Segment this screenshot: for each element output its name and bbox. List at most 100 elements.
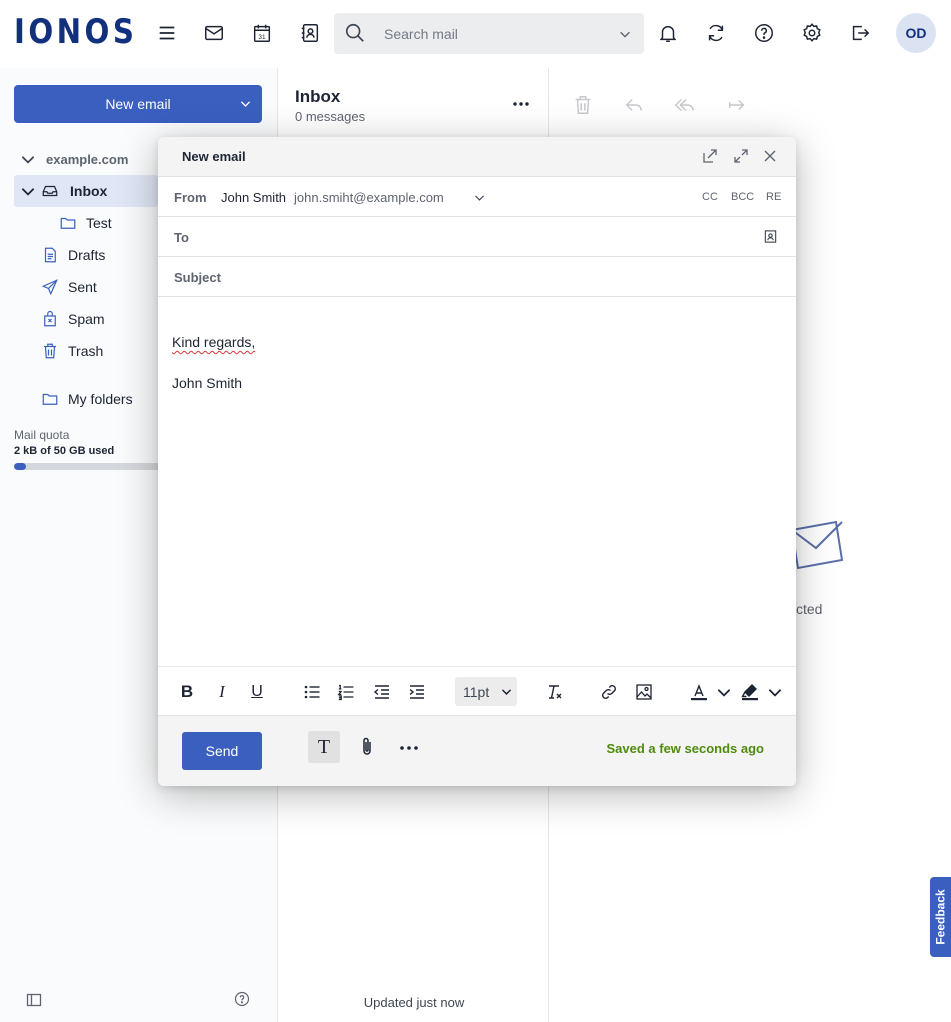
clear-formatting-icon[interactable] xyxy=(543,681,565,703)
chevron-down-icon[interactable] xyxy=(713,681,735,703)
drafts-icon xyxy=(40,245,60,265)
avatar[interactable]: OD xyxy=(896,13,936,53)
contacts-icon[interactable] xyxy=(297,20,323,46)
mail-icon[interactable] xyxy=(201,20,227,46)
formatting-toolbar: B I U 11pt xyxy=(158,666,796,716)
message-body[interactable]: Kind regards, John Smith xyxy=(172,332,255,393)
sidebar-item-label: Test xyxy=(86,215,112,231)
subject-label: Subject xyxy=(174,270,221,285)
calendar-icon[interactable]: 31 xyxy=(249,20,275,46)
search-icon xyxy=(345,23,364,42)
inbox-icon xyxy=(40,181,60,201)
attachment-icon[interactable] xyxy=(357,736,377,758)
quota-fill xyxy=(14,463,27,470)
new-email-button[interactable]: New email xyxy=(14,85,262,123)
close-icon[interactable] xyxy=(761,147,779,165)
menu-icon[interactable] xyxy=(154,20,180,46)
delete-icon[interactable] xyxy=(572,94,594,116)
underline-icon[interactable]: U xyxy=(246,681,268,703)
address-book-icon[interactable] xyxy=(763,229,778,244)
chevron-down-icon[interactable] xyxy=(18,181,38,201)
re-button[interactable]: RE xyxy=(766,191,781,203)
outdent-icon[interactable] xyxy=(371,681,393,703)
more-options-icon[interactable] xyxy=(511,94,531,114)
indent-icon[interactable] xyxy=(406,681,428,703)
sent-icon xyxy=(40,277,60,297)
collapse-sidebar-icon[interactable] xyxy=(26,992,42,1008)
from-field[interactable]: From John Smith john.smiht@example.com C… xyxy=(158,177,796,217)
no-selection-text: cted xyxy=(796,601,823,617)
bcc-button[interactable]: BCC xyxy=(731,191,754,203)
to-field[interactable]: To xyxy=(158,217,796,257)
search-bar[interactable] xyxy=(334,13,644,54)
quota-value: 2 kB of 50 GB used xyxy=(14,445,115,457)
sidebar-item-label: Drafts xyxy=(68,247,106,263)
text-format-toggle-icon[interactable]: T xyxy=(308,731,340,763)
from-name: John Smith xyxy=(221,190,287,205)
forward-icon[interactable] xyxy=(726,94,748,116)
sync-icon[interactable] xyxy=(703,20,729,46)
search-input[interactable] xyxy=(384,23,604,45)
font-size-value: 11pt xyxy=(463,684,490,700)
quota-label: Mail quota xyxy=(14,428,70,442)
sidebar-item-label: Spam xyxy=(68,311,105,327)
domain-label: example.com xyxy=(46,151,129,167)
ionos-logo[interactable]: IONOS xyxy=(14,12,137,52)
folder-icon xyxy=(40,389,60,409)
help-icon[interactable] xyxy=(234,991,250,1007)
chevron-down-icon[interactable] xyxy=(473,191,486,204)
compose-footer: Send T Saved a few seconds ago xyxy=(158,715,796,786)
new-email-label: New email xyxy=(105,96,171,112)
chevron-down-icon[interactable] xyxy=(239,97,252,110)
bold-icon[interactable]: B xyxy=(176,681,198,703)
cc-button[interactable]: CC xyxy=(702,191,718,203)
feedback-label: Feedback xyxy=(933,889,948,945)
saved-status: Saved a few seconds ago xyxy=(606,741,764,756)
sidebar-item-label: Sent xyxy=(68,279,97,295)
reply-all-icon[interactable] xyxy=(674,94,696,116)
top-bar: IONOS 31 OD xyxy=(0,0,951,68)
settings-icon[interactable] xyxy=(799,20,825,46)
updated-status: Updated just now xyxy=(363,995,465,1010)
compose-header: New email xyxy=(158,137,796,177)
to-label: To xyxy=(174,230,189,245)
mail-list-title: Inbox xyxy=(295,87,341,106)
maximize-icon[interactable] xyxy=(732,147,750,165)
font-size-select[interactable]: 11pt xyxy=(455,677,517,706)
sidebar-item-label: Trash xyxy=(68,343,104,359)
chevron-down-icon xyxy=(501,689,512,695)
italic-icon[interactable]: I xyxy=(211,681,233,703)
link-icon[interactable] xyxy=(598,681,620,703)
message-count: 0 messages xyxy=(295,109,366,124)
sidebar-item-label: My folders xyxy=(68,391,133,407)
send-button[interactable]: Send xyxy=(182,732,262,770)
trash-icon xyxy=(40,341,60,361)
body-signature: John Smith xyxy=(172,375,243,391)
highlight-icon[interactable] xyxy=(739,681,761,703)
compose-title: New email xyxy=(182,149,246,164)
subject-field[interactable]: Subject xyxy=(158,257,796,297)
help-icon[interactable] xyxy=(751,20,777,46)
compose-dialog: New email From John Smith john.smiht@exa… xyxy=(158,137,796,786)
more-options-icon[interactable] xyxy=(398,738,420,758)
body-regards: Kind regards, xyxy=(172,332,255,352)
text-color-icon[interactable] xyxy=(688,681,710,703)
sidebar-item-inbox[interactable]: Inbox xyxy=(14,175,158,207)
folder-icon xyxy=(58,213,78,233)
insert-image-icon[interactable] xyxy=(633,681,655,703)
logout-icon[interactable] xyxy=(847,20,873,46)
chevron-down-icon[interactable] xyxy=(618,27,632,41)
from-address: john.smiht@example.com xyxy=(294,190,444,205)
spam-icon xyxy=(40,309,60,329)
chevron-down-icon[interactable] xyxy=(764,681,786,703)
chevron-down-icon[interactable] xyxy=(18,149,38,169)
feedback-tab[interactable]: Feedback xyxy=(930,877,951,957)
numbered-list-icon[interactable] xyxy=(335,681,357,703)
body-regards-text: Kind regards, xyxy=(172,334,256,350)
sidebar-item-label: Inbox xyxy=(70,183,108,199)
notification-bell-icon[interactable] xyxy=(655,20,681,46)
pop-out-icon[interactable] xyxy=(701,147,719,165)
reply-icon[interactable] xyxy=(623,94,645,116)
bullet-list-icon[interactable] xyxy=(301,681,323,703)
svg-text:31: 31 xyxy=(258,34,266,41)
